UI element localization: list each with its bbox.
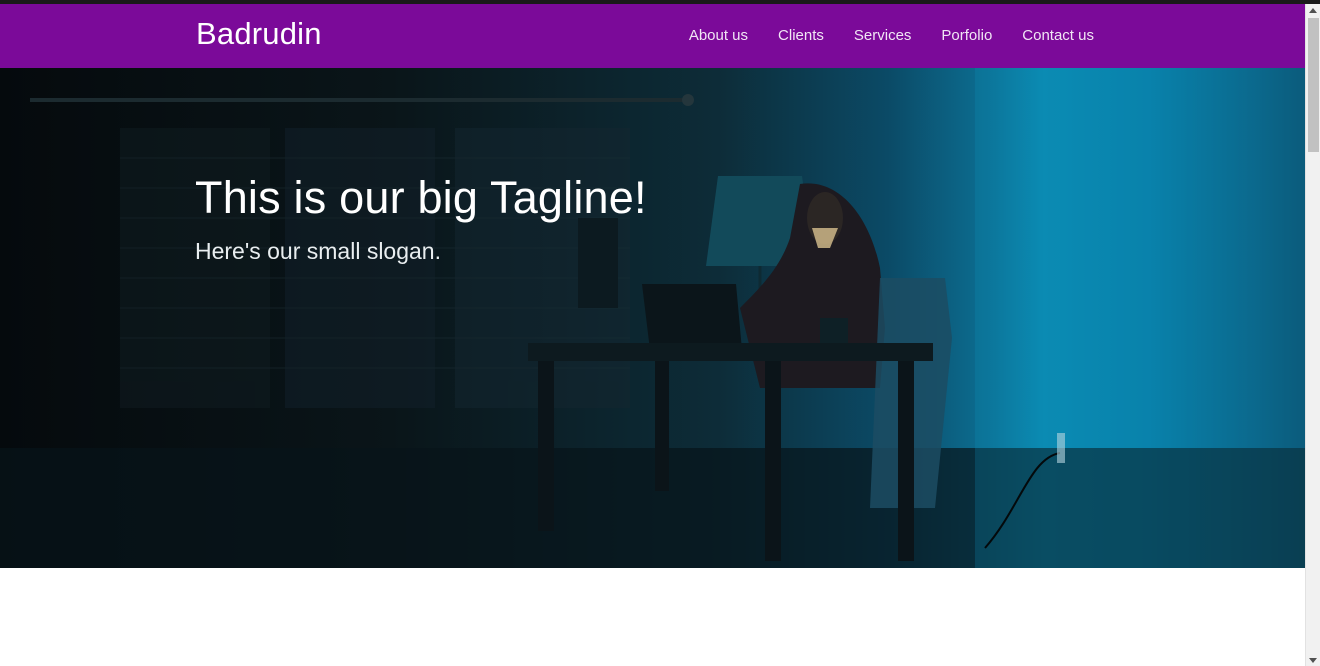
hero-tagline: This is our big Tagline! — [195, 172, 647, 223]
brand-logo[interactable]: Badrudin — [196, 16, 322, 52]
curtain-rod — [30, 98, 690, 102]
scrollbar-thumb[interactable] — [1308, 18, 1319, 152]
nav-link-about[interactable]: About us — [689, 27, 748, 44]
nav-link-clients[interactable]: Clients — [778, 27, 824, 44]
vertical-scrollbar[interactable] — [1305, 4, 1320, 666]
monitor — [578, 218, 618, 308]
hero-slogan: Here's our small slogan. — [195, 238, 441, 264]
nav-link-contact[interactable]: Contact us — [1022, 27, 1094, 44]
nav-link-portfolio[interactable]: Porfolio — [941, 27, 992, 44]
scroll-down-icon[interactable] — [1309, 658, 1317, 663]
hacker-at-desk-image — [0, 68, 1305, 568]
scroll-up-icon[interactable] — [1309, 8, 1317, 13]
laptop — [642, 284, 742, 350]
navbar: Badrudin About us Clients Services Porfo… — [0, 4, 1305, 68]
hero-section: This is our big Tagline! Here's our smal… — [0, 68, 1305, 568]
desk — [528, 343, 933, 361]
page-viewport: Badrudin About us Clients Services Porfo… — [0, 4, 1305, 666]
nav-links: About us Clients Services Porfolio Conta… — [659, 27, 1094, 44]
nav-link-services[interactable]: Services — [854, 27, 912, 44]
